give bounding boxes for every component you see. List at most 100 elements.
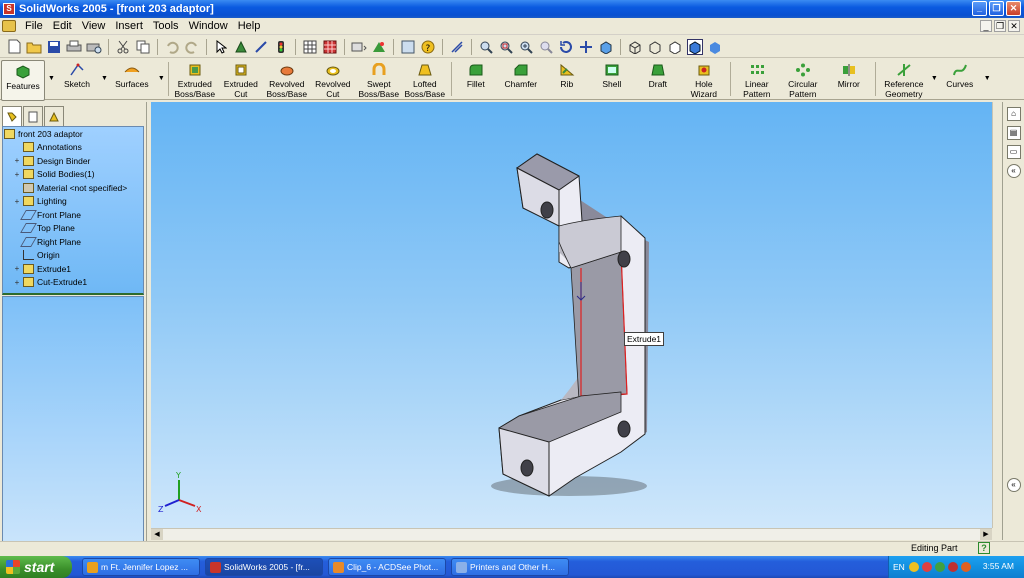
expand-icon[interactable]: + bbox=[13, 278, 21, 287]
curves-button[interactable]: Curves bbox=[938, 59, 982, 100]
tray-icon[interactable] bbox=[960, 562, 971, 572]
chevron-down-icon[interactable]: ▼ bbox=[101, 75, 108, 82]
revolved-cut-button[interactable]: Revolved Cut bbox=[310, 59, 356, 100]
hole[interactable] bbox=[617, 250, 631, 268]
zoom-selection-icon[interactable] bbox=[538, 39, 554, 55]
horizontal-scrollbar[interactable]: ◀ ▶ bbox=[151, 528, 992, 540]
circular-pattern-button[interactable]: Circular Pattern bbox=[780, 59, 826, 100]
expand-icon[interactable]: + bbox=[13, 170, 21, 179]
tab-sketch[interactable]: Sketch bbox=[55, 59, 99, 100]
wireframe-icon[interactable] bbox=[627, 39, 643, 55]
language-indicator[interactable]: EN bbox=[893, 562, 905, 572]
library-icon[interactable]: ▤ bbox=[1006, 126, 1021, 140]
rebuild-icon[interactable] bbox=[233, 39, 249, 55]
view-orientation-icon[interactable] bbox=[598, 39, 614, 55]
minimize-button[interactable]: _ bbox=[972, 1, 987, 16]
pan-icon[interactable] bbox=[578, 39, 594, 55]
expand-icon[interactable]: + bbox=[13, 264, 21, 273]
hole[interactable] bbox=[617, 420, 631, 438]
document-icon[interactable] bbox=[2, 20, 16, 32]
copy-icon[interactable] bbox=[135, 39, 151, 55]
tree-item-origin[interactable]: Origin bbox=[3, 249, 143, 263]
collapse-icon[interactable]: « bbox=[1006, 164, 1021, 178]
traffic-light-icon[interactable] bbox=[273, 39, 289, 55]
status-help-icon[interactable]: ? bbox=[978, 542, 990, 554]
reference-geometry-button[interactable]: Reference Geometry bbox=[879, 59, 929, 100]
taskbar-item-acdsee[interactable]: Clip_6 - ACDSee Phot... bbox=[328, 558, 446, 576]
mirror-button[interactable]: Mirror bbox=[826, 59, 872, 100]
clock[interactable]: 3:55 AM bbox=[983, 561, 1014, 571]
tree-item-lighting[interactable]: + Lighting bbox=[3, 195, 143, 209]
tree-item-design-binder[interactable]: + Design Binder bbox=[3, 154, 143, 168]
tray-icon[interactable] bbox=[934, 562, 945, 572]
cut-icon[interactable] bbox=[115, 39, 131, 55]
shaded-icon[interactable] bbox=[707, 39, 723, 55]
undo-icon[interactable] bbox=[164, 39, 180, 55]
menu-help[interactable]: Help bbox=[233, 20, 266, 32]
doc-close-button[interactable]: ✕ bbox=[1008, 20, 1020, 32]
solidworks-app-icon[interactable]: S bbox=[3, 3, 15, 15]
fillet-button[interactable]: Fillet bbox=[455, 59, 497, 100]
tree-item-front-plane[interactable]: Front Plane bbox=[3, 208, 143, 222]
menu-edit[interactable]: Edit bbox=[48, 20, 77, 32]
resources-icon[interactable] bbox=[400, 39, 416, 55]
hole-wizard-button[interactable]: Hole Wizard bbox=[681, 59, 727, 100]
swept-boss-button[interactable]: Swept Boss/Base bbox=[356, 59, 402, 100]
taskbar-item-media[interactable]: m Ft. Jennifer Lopez ... bbox=[82, 558, 200, 576]
tray-icon[interactable] bbox=[908, 562, 919, 572]
zoom-to-fit-icon[interactable] bbox=[478, 39, 494, 55]
tab-configuration-manager[interactable] bbox=[44, 106, 64, 126]
tab-features[interactable]: Features bbox=[1, 60, 45, 101]
print-icon[interactable] bbox=[66, 39, 82, 55]
chamfer-button[interactable]: Chamfer bbox=[497, 59, 545, 100]
extruded-cut-button[interactable]: Extruded Cut bbox=[218, 59, 264, 100]
photoworks-icon[interactable] bbox=[371, 39, 387, 55]
scroll-right-icon[interactable]: ▶ bbox=[980, 529, 992, 540]
part-model[interactable]: Y X Z bbox=[151, 102, 992, 528]
tree-item-annotations[interactable]: Annotations bbox=[3, 141, 143, 155]
rib-button[interactable]: Rib bbox=[545, 59, 589, 100]
help-icon[interactable]: ? bbox=[420, 39, 436, 55]
chevron-down-icon[interactable]: ▼ bbox=[931, 75, 938, 82]
taskbar-item-solidworks[interactable]: SolidWorks 2005 - [fr... bbox=[205, 558, 323, 576]
chevron-down-icon[interactable]: ▼ bbox=[158, 75, 165, 82]
tray-icon[interactable] bbox=[921, 562, 932, 572]
open-icon[interactable] bbox=[26, 39, 42, 55]
close-button[interactable]: ✕ bbox=[1006, 1, 1021, 16]
menu-window[interactable]: Window bbox=[184, 20, 233, 32]
expand-pane-icon[interactable]: « bbox=[1006, 478, 1021, 492]
tree-item-top-plane[interactable]: Top Plane bbox=[3, 222, 143, 236]
folder-icon[interactable]: ▭ bbox=[1006, 145, 1021, 159]
tree-item-right-plane[interactable]: Right Plane bbox=[3, 235, 143, 249]
hole[interactable] bbox=[540, 201, 554, 219]
save-icon[interactable] bbox=[46, 39, 62, 55]
doc-minimize-button[interactable]: _ bbox=[980, 20, 992, 32]
tab-surfaces[interactable]: Surfaces bbox=[108, 59, 156, 100]
expand-icon[interactable]: + bbox=[13, 156, 21, 165]
redo-icon[interactable] bbox=[184, 39, 200, 55]
tab-property-manager[interactable] bbox=[23, 106, 43, 126]
taskbar-item-printers[interactable]: Printers and Other H... bbox=[451, 558, 569, 576]
tree-root[interactable]: front 203 adaptor bbox=[3, 127, 143, 141]
revolved-boss-button[interactable]: Revolved Boss/Base bbox=[264, 59, 310, 100]
sketch-tool-icon[interactable] bbox=[253, 39, 269, 55]
grid-icon[interactable] bbox=[302, 39, 318, 55]
tree-item-cut-extrude1[interactable]: + Cut-Extrude1 bbox=[3, 276, 143, 290]
doc-restore-button[interactable]: ❐ bbox=[994, 20, 1006, 32]
hole[interactable] bbox=[520, 459, 534, 477]
scroll-left-icon[interactable]: ◀ bbox=[151, 529, 163, 540]
shell-button[interactable]: Shell bbox=[589, 59, 635, 100]
start-button[interactable]: start bbox=[0, 556, 72, 578]
new-icon[interactable] bbox=[6, 39, 22, 55]
tab-feature-tree[interactable] bbox=[2, 106, 22, 126]
menu-view[interactable]: View bbox=[77, 20, 111, 32]
zoom-area-icon[interactable] bbox=[498, 39, 514, 55]
tree-item-extrude1[interactable]: + Extrude1 bbox=[3, 262, 143, 276]
tray-icon[interactable] bbox=[947, 562, 958, 572]
rotate-view-icon[interactable] bbox=[558, 39, 574, 55]
graphics-area[interactable]: Y X Z Extrude1 bbox=[151, 102, 992, 528]
model-extrude-face[interactable] bbox=[570, 251, 628, 401]
zoom-in-out-icon[interactable] bbox=[518, 39, 534, 55]
tables-icon[interactable] bbox=[322, 39, 338, 55]
tree-item-solid-bodies[interactable]: + Solid Bodies(1) bbox=[3, 168, 143, 182]
